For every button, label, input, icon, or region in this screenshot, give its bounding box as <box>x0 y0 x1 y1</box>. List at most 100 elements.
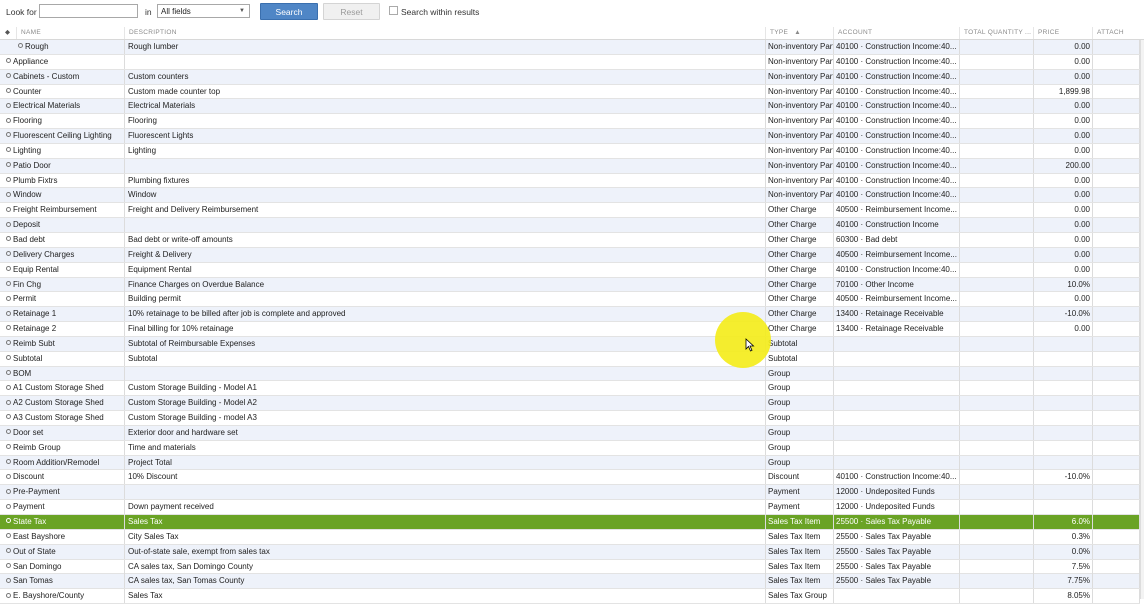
table-row[interactable]: Lighting Lighting Non-inventory Part 40100 … <box>0 143 1140 159</box>
item-price-cell: 0.00 <box>1034 129 1093 144</box>
item-account-cell: 40100 · Construction Income:40... <box>834 69 960 84</box>
table-row[interactable]: State Tax Sales Tax Sales Tax Item 25500 · … <box>0 515 1140 530</box>
item-description-cell: Window <box>125 188 766 203</box>
table-row[interactable]: San Domingo CA sales tax, San Domingo Cou… <box>0 559 1140 575</box>
item-name-text: Pre-Payment <box>13 487 60 497</box>
table-row[interactable]: Reimb Group Time and materials Group <box>0 440 1140 456</box>
table-row[interactable]: Electrical Materials Electrical Materials… <box>0 99 1140 115</box>
item-attach-cell <box>1093 307 1140 322</box>
table-row[interactable]: Cabinets - Custom Custom counters Non-inve… <box>0 69 1140 85</box>
table-row[interactable]: Plumb Fixtrs Plumbing fixtures Non-invento… <box>0 173 1140 189</box>
table-row[interactable]: Discount 10% Discount Discount 40100 · Cons… <box>0 470 1140 486</box>
item-account-cell: 40100 · Construction Income:40... <box>834 84 960 99</box>
table-row[interactable]: Rough Rough lumber Non-inventory Part 40100… <box>0 40 1140 55</box>
item-price-cell: 0.00 <box>1034 262 1093 277</box>
table-row[interactable]: Subtotal Subtotal Subtotal <box>0 351 1140 367</box>
table-row[interactable]: Fluorescent Ceiling Lighting Fluorescent … <box>0 129 1140 144</box>
item-name-cell: Equip Rental <box>0 262 125 277</box>
item-name-text: Freight Reimbursement <box>13 205 97 215</box>
item-name-cell: Door set <box>0 425 125 440</box>
item-description-cell: 10% Discount <box>125 470 766 485</box>
item-quantity-cell <box>960 470 1034 485</box>
item-price-cell: 0.00 <box>1034 54 1093 69</box>
table-row[interactable]: A1 Custom Storage Shed Custom Storage Bui… <box>0 381 1140 397</box>
table-row[interactable]: Payment Down payment received Payment 12000… <box>0 500 1140 515</box>
item-account-cell: 70100 · Other Income <box>834 277 960 292</box>
table-row[interactable]: E. Bayshore/County Sales Tax Sales Tax Gro… <box>0 589 1140 604</box>
column-header-total-quantity[interactable]: TOTAL QUANTITY ... <box>960 27 1034 39</box>
search-within-checkbox[interactable] <box>389 6 398 15</box>
item-account-cell: 40100 · Construction Income:40... <box>834 158 960 173</box>
item-quantity-cell <box>960 559 1034 574</box>
table-row[interactable]: Room Addition/Remodel Project Total Group <box>0 455 1140 471</box>
item-name-cell: BOM <box>0 366 125 381</box>
table-row[interactable]: Reimb Subt Subtotal of Reimbursable Expen… <box>0 336 1140 352</box>
item-name-text: A2 Custom Storage Shed <box>13 398 104 408</box>
item-name-text: Flooring <box>13 116 42 126</box>
table-row[interactable]: A3 Custom Storage Shed Custom Storage Bui… <box>0 411 1140 426</box>
table-row[interactable]: Counter Custom made counter top Non-invent… <box>0 84 1140 100</box>
table-row[interactable]: Permit Building permit Other Charge 40500 ·… <box>0 292 1140 308</box>
item-quantity-cell <box>960 143 1034 158</box>
table-row[interactable]: Flooring Flooring Non-inventory Part 40100 … <box>0 114 1140 130</box>
sort-ascending-icon: ▲ <box>794 29 802 36</box>
table-row[interactable]: BOM Group <box>0 366 1140 382</box>
table-row[interactable]: Door set Exterior door and hardware set Gr… <box>0 425 1140 441</box>
item-name-text: State Tax <box>13 517 47 526</box>
item-description-cell: Subtotal <box>125 351 766 366</box>
search-button[interactable]: Search <box>260 3 318 20</box>
row-bullet-icon <box>6 117 11 123</box>
table-row[interactable]: Pre-Payment Payment 12000 · Undeposited Fu… <box>0 485 1140 501</box>
item-account-cell: 40500 · Reimbursement Income... <box>834 247 960 262</box>
table-row[interactable]: A2 Custom Storage Shed Custom Storage Bui… <box>0 396 1140 412</box>
table-row[interactable]: East Bayshore City Sales Tax Sales Tax Ite… <box>0 529 1140 545</box>
column-header-type[interactable]: TYPE ▲ <box>766 27 834 39</box>
table-row[interactable]: San Tomas CA sales tax, San Tomas County S… <box>0 574 1140 590</box>
item-name-text: Discount <box>13 472 45 482</box>
item-name-cell: Fluorescent Ceiling Lighting <box>0 129 125 144</box>
column-header-attach[interactable]: ATTACH <box>1093 27 1144 39</box>
item-name-text: Delivery Charges <box>13 249 75 259</box>
item-description-cell: Out-of-state sale, exempt from sales tax <box>125 544 766 559</box>
table-row[interactable]: Window Window Non-inventory Part 40100 · Co… <box>0 188 1140 204</box>
item-attach-cell <box>1093 500 1140 515</box>
vertical-scrollbar[interactable] <box>1140 40 1144 599</box>
field-select[interactable]: All fields ▼ <box>157 4 250 18</box>
table-row[interactable]: Appliance Non-inventory Part 40100 · Const… <box>0 54 1140 70</box>
item-attach-cell <box>1093 396 1140 411</box>
item-description-cell: Flooring <box>125 114 766 129</box>
table-row[interactable]: Patio Door Non-inventory Part 40100 · Cons… <box>0 158 1140 174</box>
item-name-text: San Tomas <box>13 576 53 586</box>
item-attach-cell <box>1093 515 1140 529</box>
table-row[interactable]: Delivery Charges Freight & Delivery Other … <box>0 247 1140 263</box>
table-row[interactable]: Freight Reimbursement Freight and Deliver… <box>0 203 1140 219</box>
table-row[interactable]: Out of State Out-of-state sale, exempt fr… <box>0 544 1140 560</box>
table-row[interactable]: Retainage 2 Final billing for 10% retaina… <box>0 322 1140 337</box>
table-row[interactable]: Equip Rental Equipment Rental Other Charge… <box>0 262 1140 278</box>
item-price-cell: 0.00 <box>1034 114 1093 129</box>
column-header-account[interactable]: ACCOUNT <box>834 27 960 39</box>
item-name-cell: Reimb Group <box>0 440 125 455</box>
row-bullet-icon <box>6 488 11 494</box>
item-name-cell: Electrical Materials <box>0 99 125 114</box>
reset-button[interactable]: Reset <box>323 3 380 20</box>
table-row[interactable]: Fin Chg Finance Charges on Overdue Balanc… <box>0 277 1140 293</box>
item-type-cell: Group <box>766 440 834 455</box>
column-header-description[interactable]: DESCRIPTION <box>125 27 766 39</box>
column-header-name[interactable]: NAME <box>17 27 125 39</box>
sort-column-header[interactable]: ◆ <box>0 27 17 39</box>
table-row[interactable]: Deposit Other Charge 40100 · Construction … <box>0 218 1140 233</box>
item-description-cell: Custom Storage Building - Model A1 <box>125 381 766 396</box>
table-row[interactable]: Bad debt Bad debt or write-off amounts Oth… <box>0 232 1140 248</box>
item-quantity-cell <box>960 440 1034 455</box>
item-name-cell: Freight Reimbursement <box>0 203 125 218</box>
row-bullet-icon <box>18 43 23 49</box>
look-for-input[interactable] <box>39 4 138 18</box>
row-bullet-icon <box>6 444 11 450</box>
item-attach-cell <box>1093 411 1140 426</box>
item-account-cell: 40100 · Construction Income:40... <box>834 54 960 69</box>
item-description-cell: Equipment Rental <box>125 262 766 277</box>
item-type-cell: Non-inventory Part <box>766 84 834 99</box>
column-header-price[interactable]: PRICE <box>1034 27 1093 39</box>
table-row[interactable]: Retainage 1 10% retainage to be billed af… <box>0 307 1140 323</box>
